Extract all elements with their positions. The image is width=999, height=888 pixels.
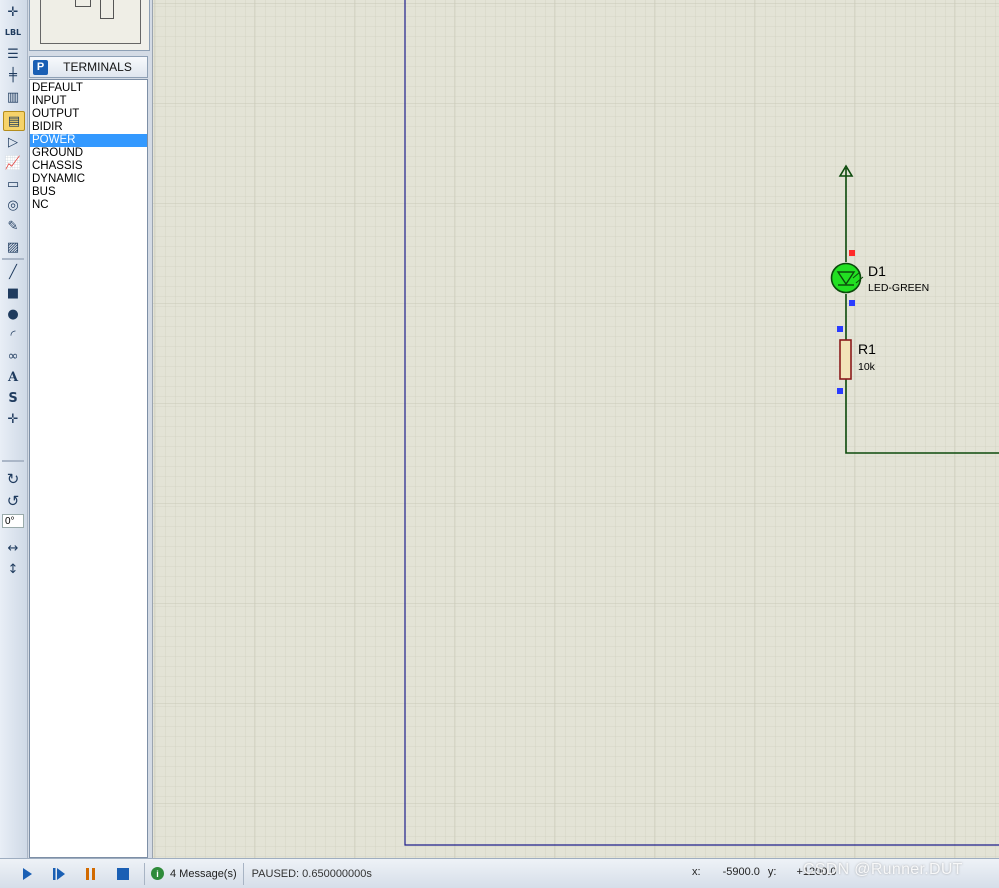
- pin-marker: [837, 388, 843, 394]
- x-value: -5900.0: [722, 866, 760, 878]
- terminal-list[interactable]: DEFAULT INPUT OUTPUT BIDIR POWER GROUND CHASSI…: [29, 79, 148, 858]
- messages-count: 4 Message(s): [170, 867, 237, 880]
- circle-tool-icon[interactable]: ●: [3, 305, 23, 323]
- subcircuit-icon[interactable]: ▥: [3, 88, 23, 106]
- terminal-item-chassis[interactable]: CHASSIS: [30, 160, 147, 173]
- pause-icon: [86, 867, 95, 880]
- mode-toolbar: ✛ LBL ☰ ╪ ▥ ▤ ▷ 📈 ▭ ◎ ✎ ▨ ╱ ■ ● ◜ ∞ A S …: [0, 0, 28, 858]
- play-icon: [23, 867, 32, 880]
- script-icon[interactable]: ☰: [3, 45, 23, 63]
- voltage-probe-icon[interactable]: ✎: [3, 217, 23, 235]
- mirror-vertical-icon[interactable]: ↕: [3, 560, 23, 578]
- schematic-svg[interactable]: D1 LED-GREEN R1 10k: [153, 0, 999, 858]
- generator-icon[interactable]: ◎: [3, 196, 23, 214]
- terminal-item-power[interactable]: POWER: [30, 134, 147, 147]
- step-button[interactable]: [46, 862, 72, 886]
- pin-marker: [837, 326, 843, 332]
- rotation-angle-field[interactable]: 0°: [2, 514, 24, 528]
- device-pin-icon[interactable]: ▷: [3, 133, 23, 151]
- overview-shape: [75, 0, 91, 7]
- pause-button[interactable]: [78, 862, 104, 886]
- status-bar: i 4 Message(s) PAUSED: 0.650000000s x: -…: [0, 858, 999, 888]
- rotate-clockwise-icon[interactable]: ↻: [3, 470, 23, 488]
- mirror-horizontal-icon[interactable]: ↔: [3, 539, 23, 557]
- pin-marker-red: [849, 250, 855, 256]
- info-icon: i: [151, 867, 164, 880]
- marker-tool-icon[interactable]: ✛: [3, 410, 23, 428]
- wire-label-button[interactable]: LBL: [3, 24, 23, 42]
- panel-title: TERMINALS: [63, 60, 132, 74]
- terminal-item-bus[interactable]: BUS: [30, 186, 147, 199]
- graph-icon[interactable]: 📈: [3, 154, 23, 172]
- terminals-mode-icon[interactable]: ▤: [3, 111, 25, 131]
- y-label: y:: [767, 866, 777, 878]
- step-icon: [53, 867, 65, 880]
- d1-ref-label: D1: [868, 263, 886, 279]
- terminal-item-output[interactable]: OUTPUT: [30, 108, 147, 121]
- overview-sheet-outline: [40, 0, 141, 44]
- junction-dot-icon[interactable]: ✛: [3, 3, 23, 21]
- overview-window[interactable]: [29, 0, 150, 51]
- symbol-tool-icon[interactable]: S: [3, 389, 23, 407]
- d1-value-label: LED-GREEN: [868, 282, 929, 294]
- stop-button[interactable]: [110, 862, 136, 886]
- simulation-status: PAUSED: 0.650000000s: [251, 867, 372, 880]
- line-tool-icon[interactable]: ╱: [3, 263, 23, 281]
- arc-tool-icon[interactable]: ◜: [3, 326, 23, 344]
- watermark: CSDN @Runner.DUT: [803, 861, 963, 878]
- tape-recorder-icon[interactable]: ▭: [3, 175, 23, 193]
- pick-devices-button[interactable]: P: [33, 59, 48, 75]
- terminal-item-bidir[interactable]: BIDIR: [30, 121, 147, 134]
- text-tool-icon[interactable]: A: [3, 368, 23, 386]
- terminal-item-default[interactable]: DEFAULT: [30, 82, 147, 95]
- terminal-item-nc[interactable]: NC: [30, 199, 147, 212]
- messages-indicator[interactable]: i 4 Message(s): [151, 867, 237, 880]
- bus-icon[interactable]: ╪: [3, 66, 23, 84]
- led-body: [830, 262, 862, 294]
- box-tool-icon[interactable]: ■: [3, 284, 23, 302]
- schematic-canvas[interactable]: D1 LED-GREEN R1 10k: [152, 0, 999, 858]
- pin-marker: [849, 300, 855, 306]
- overview-shape: [100, 0, 114, 19]
- path-tool-icon[interactable]: ∞: [3, 347, 23, 365]
- x-label: x:: [692, 866, 701, 878]
- stop-icon: [117, 867, 129, 880]
- rotate-anticlockwise-icon[interactable]: ↺: [3, 492, 23, 510]
- r1-value-label: 10k: [858, 361, 876, 373]
- play-button[interactable]: [14, 862, 40, 886]
- r1-ref-label: R1: [858, 341, 876, 357]
- grid: [153, 0, 999, 858]
- resistor-body: [839, 339, 852, 380]
- terminal-item-ground[interactable]: GROUND: [30, 147, 147, 160]
- terminal-item-dynamic[interactable]: DYNAMIC: [30, 173, 147, 186]
- virtual-instrument-icon[interactable]: ▨: [3, 238, 23, 256]
- terminal-item-input[interactable]: INPUT: [30, 95, 147, 108]
- terminals-panel-header: P TERMINALS: [29, 56, 148, 78]
